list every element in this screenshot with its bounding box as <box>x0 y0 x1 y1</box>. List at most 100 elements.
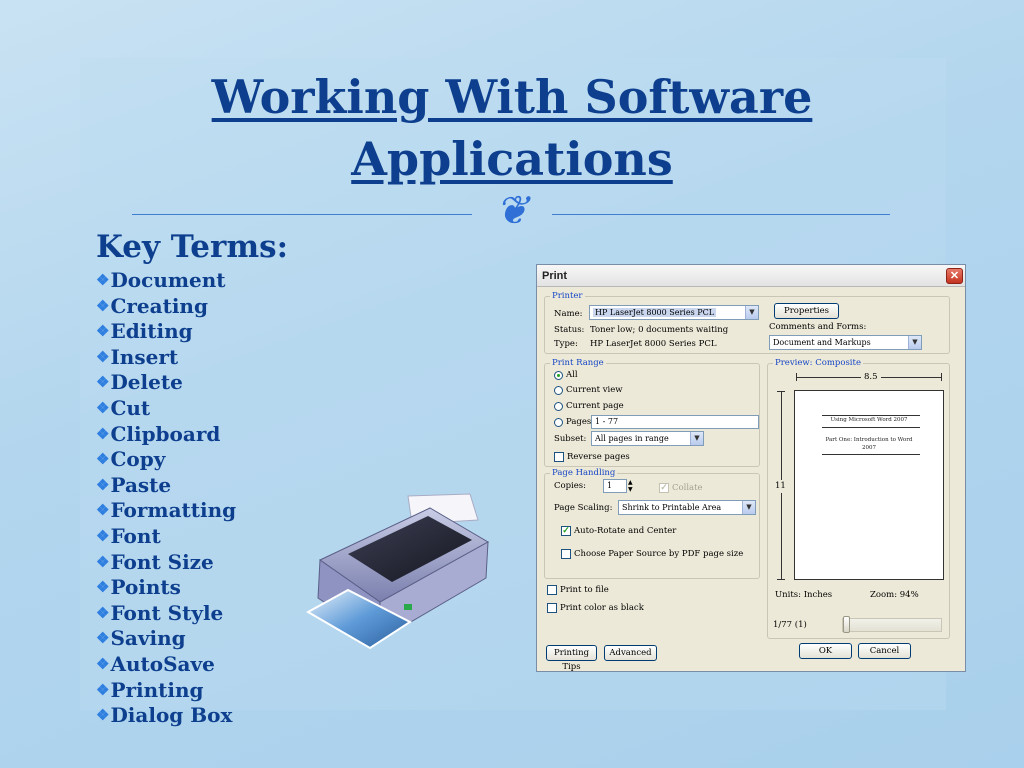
key-term-label: Creating <box>110 293 208 318</box>
copies-label: Copies: <box>554 481 587 491</box>
page-handling-label: Page Handling <box>550 468 618 478</box>
copies-spinner-icon[interactable]: ▲ ▼ <box>628 479 633 493</box>
page-scaling-select[interactable]: Shrink to Printable Area ▼ <box>618 500 756 515</box>
key-term-item: ❖Delete <box>96 370 236 396</box>
diamond-bullet-icon: ❖ <box>96 475 110 494</box>
key-term-label: AutoSave <box>110 651 215 676</box>
copies-value: 1 <box>607 481 613 490</box>
key-term-label: Font <box>110 523 161 548</box>
dialog-titlebar[interactable]: Print ✕ <box>537 265 965 287</box>
page-scaling-value: Shrink to Printable Area <box>622 503 722 512</box>
subset-select[interactable]: All pages in range ▼ <box>591 431 704 446</box>
cancel-button[interactable]: Cancel <box>858 643 911 659</box>
collate-checkbox[interactable]: ✓ <box>659 483 669 493</box>
key-term-label: Insert <box>110 344 179 369</box>
printing-tips-button[interactable]: Printing Tips <box>546 645 597 672</box>
diamond-bullet-icon: ❖ <box>96 271 110 289</box>
page-rule <box>822 454 920 455</box>
page-scaling-label: Page Scaling: <box>554 503 613 513</box>
divider-left <box>132 214 472 215</box>
diamond-bullet-icon: ❖ <box>96 450 110 469</box>
diamond-bullet-icon: ❖ <box>96 322 110 341</box>
title-line-2: Applications <box>351 132 673 186</box>
print-range-label: Print Range <box>550 358 606 368</box>
auto-rotate-checkbox[interactable]: ✓ <box>561 526 571 536</box>
key-terms-heading: Key Terms: <box>96 229 289 265</box>
printer-status-value: Toner low; 0 documents waiting <box>590 325 729 335</box>
radio-current-view-label: Current view <box>566 385 623 395</box>
diamond-bullet-icon: ❖ <box>96 706 110 725</box>
key-term-label: Saving <box>110 626 186 651</box>
diamond-bullet-icon: ❖ <box>96 680 110 699</box>
key-term-label: Formatting <box>110 498 237 523</box>
printer-status-label: Status: <box>554 325 585 335</box>
copies-input[interactable]: 1 <box>603 479 627 493</box>
choose-paper-label: Choose Paper Source by PDF page size <box>574 549 744 559</box>
page-title-line-1: Part One: Introduction to Word <box>825 437 913 443</box>
close-icon[interactable]: ✕ <box>946 268 963 284</box>
diamond-bullet-icon: ❖ <box>96 501 110 520</box>
key-term-label: Delete <box>110 370 183 395</box>
comments-forms-select[interactable]: Document and Markups ▼ <box>769 335 922 350</box>
key-term-label: Points <box>110 575 181 600</box>
key-term-label: Document <box>110 268 226 292</box>
key-term-label: Printing <box>110 677 204 702</box>
preview-height-label: 11 <box>775 480 786 493</box>
radio-all[interactable] <box>554 371 563 380</box>
choose-paper-checkbox[interactable] <box>561 549 571 559</box>
ruler-tick <box>777 579 785 580</box>
key-term-item: ❖Editing <box>96 319 236 345</box>
key-term-item: ❖Clipboard <box>96 422 236 448</box>
key-term-item: ❖Cut <box>96 396 236 422</box>
page-slider-track[interactable] <box>842 618 942 632</box>
page-rule <box>822 427 920 428</box>
key-terms-list: ❖Document ❖Creating ❖Editing ❖Insert ❖Delete… <box>96 268 236 729</box>
printer-group-label: Printer <box>550 291 585 301</box>
page-title-line-2: 2007 <box>862 445 876 451</box>
advanced-button[interactable]: Advanced <box>604 645 657 661</box>
print-color-black-checkbox[interactable] <box>547 603 557 613</box>
printer-type-label: Type: <box>554 339 578 349</box>
printer-name-select[interactable]: HP LaserJet 8000 Series PCL ▼ <box>589 305 759 320</box>
diamond-bullet-icon: ❖ <box>96 398 110 417</box>
radio-current-view[interactable] <box>554 386 563 395</box>
key-term-item: ❖Insert <box>96 345 236 371</box>
key-term-item: ❖Font Size <box>96 550 236 576</box>
ok-button[interactable]: OK <box>799 643 852 659</box>
divider-right <box>552 214 890 215</box>
comments-forms-label: Comments and Forms: <box>769 322 867 332</box>
key-term-item: ❖Paste <box>96 473 236 499</box>
key-term-item: ❖Document <box>96 268 236 294</box>
reverse-pages-checkbox[interactable] <box>554 452 564 462</box>
key-term-item: ❖Dialog Box <box>96 703 236 729</box>
zoom-label: Zoom: 94% <box>870 590 919 600</box>
comments-forms-value: Document and Markups <box>773 338 871 347</box>
ruler-tick <box>796 373 797 381</box>
key-term-item: ❖AutoSave <box>96 652 236 678</box>
key-term-label: Paste <box>110 472 172 497</box>
print-to-file-checkbox[interactable] <box>547 585 557 595</box>
diamond-bullet-icon: ❖ <box>96 347 110 366</box>
preview-group-label: Preview: Composite <box>773 358 863 368</box>
subset-value: All pages in range <box>595 434 669 443</box>
key-term-item: ❖Copy <box>96 447 236 473</box>
page-counter: 1/77 (1) <box>773 620 807 630</box>
key-term-item: ❖Printing <box>96 678 236 704</box>
key-term-label: Editing <box>110 319 193 344</box>
slide-title: Working With Software Applications <box>0 66 1024 190</box>
page-slider-thumb[interactable] <box>843 616 850 633</box>
print-to-file-label: Print to file <box>560 585 609 595</box>
diamond-bullet-icon: ❖ <box>96 373 110 392</box>
diamond-bullet-icon: ❖ <box>96 296 110 315</box>
pages-input[interactable]: 1 - 77 <box>591 415 759 429</box>
radio-current-page[interactable] <box>554 402 563 411</box>
key-term-item: ❖Creating <box>96 294 236 320</box>
diamond-bullet-icon: ❖ <box>96 424 110 443</box>
ornament-icon: ❦ <box>495 188 529 234</box>
properties-button[interactable]: Properties <box>774 303 839 319</box>
radio-pages[interactable] <box>554 418 563 427</box>
units-label: Units: Inches <box>775 590 833 600</box>
printer-type-value: HP LaserJet 8000 Series PCL <box>590 339 717 349</box>
subset-label: Subset: <box>554 434 587 444</box>
ruler-tick <box>941 373 942 381</box>
